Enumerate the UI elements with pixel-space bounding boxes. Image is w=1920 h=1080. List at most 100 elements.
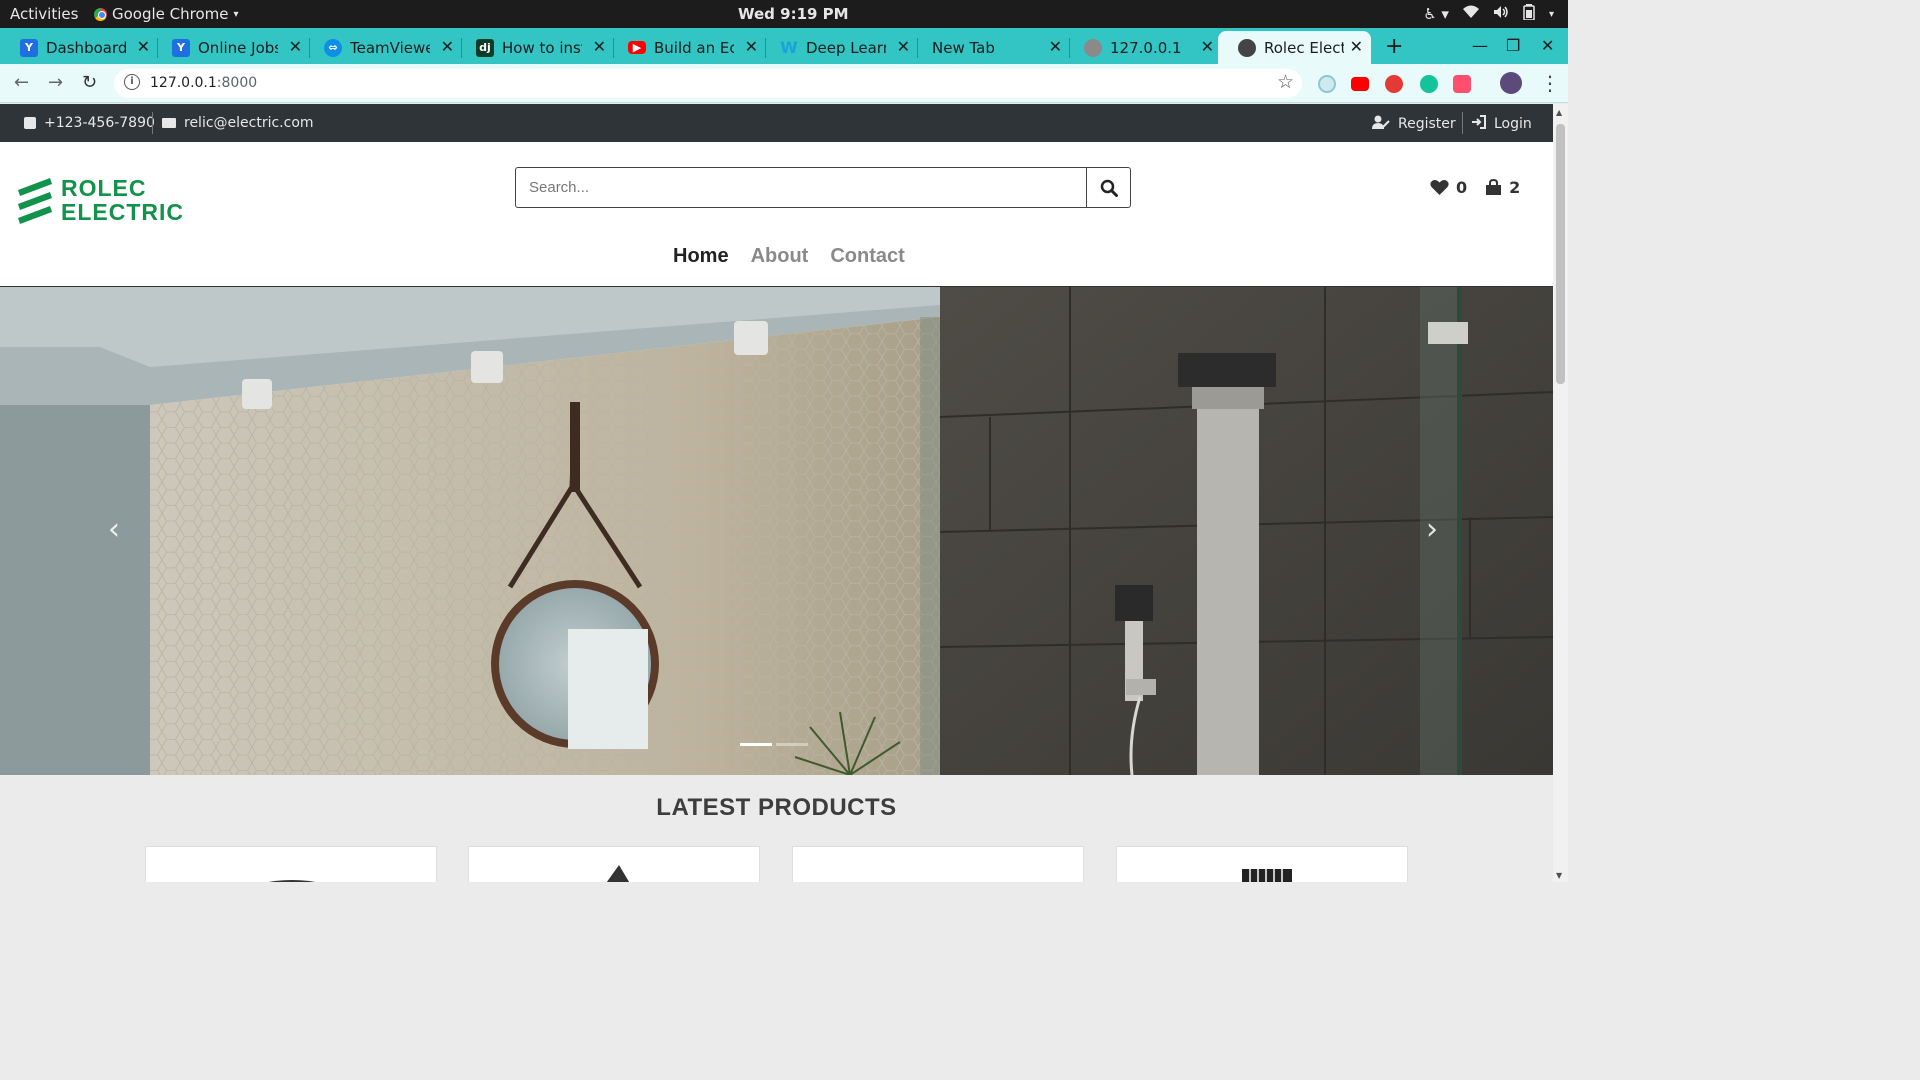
tab-title: Dashboard (46, 38, 126, 57)
youtube-icon: ▶ (628, 41, 646, 54)
close-icon[interactable]: ✕ (137, 37, 150, 56)
search-input[interactable]: Search... (529, 179, 589, 196)
hero-slide-image (0, 287, 1553, 775)
screen-recorder-icon[interactable] (1453, 75, 1471, 93)
carousel-prev-icon[interactable]: ‹ (108, 512, 120, 547)
product-card[interactable] (468, 846, 760, 882)
wishlist-count: 0 (1456, 178, 1468, 197)
page-scrollbar[interactable]: ▲ ▼ (1553, 104, 1568, 882)
email-contact[interactable]: relic@electric.com (162, 115, 314, 131)
close-icon[interactable]: ✕ (593, 37, 606, 56)
search-button[interactable] (1086, 168, 1130, 207)
youtube-extension-icon[interactable] (1351, 77, 1369, 91)
info-icon[interactable]: i (124, 74, 140, 90)
bookmark-star-icon[interactable]: ☆ (1277, 71, 1294, 93)
globe-icon (1084, 38, 1102, 57)
os-top-bar: Activities Google Chrome ▾ Wed 9:19 PM ♿… (0, 0, 1568, 28)
phone-icon (24, 117, 36, 129)
hero-carousel: ‹ › (0, 287, 1553, 775)
app-menu[interactable]: Google Chrome ▾ (94, 5, 239, 23)
login-link[interactable]: Login (1472, 115, 1532, 133)
reload-icon[interactable]: ↻ (82, 72, 97, 93)
teamviewer-icon: ⇔ (324, 38, 342, 57)
site-header: ROLEC ELECTRIC Search... 0 2 Home About … (0, 142, 1553, 287)
close-icon[interactable]: ✕ (441, 37, 454, 56)
carousel-indicator[interactable] (776, 743, 808, 746)
grammarly-icon[interactable] (1420, 75, 1438, 93)
clock[interactable]: Wed 9:19 PM (738, 5, 849, 23)
scroll-down-icon[interactable]: ▼ (1556, 871, 1562, 880)
close-icon[interactable]: ✕ (289, 37, 302, 56)
tab-new-tab[interactable]: New Tab ✕ (912, 31, 1070, 64)
url-text: 127.0.0.1:8000 (150, 75, 258, 91)
wishlist-link[interactable]: 0 (1430, 178, 1467, 197)
tab-rolec-electric[interactable]: Rolec Electric ✕ (1218, 31, 1371, 64)
chrome-menu-icon[interactable]: ⋮ (1540, 71, 1560, 95)
accessibility-icon[interactable]: ♿ ▾ (1423, 5, 1449, 23)
tomato-timer-icon[interactable] (1385, 75, 1403, 93)
register-link[interactable]: Register (1372, 115, 1456, 133)
tab-title: How to install (502, 38, 582, 57)
product-card[interactable] (145, 846, 437, 882)
volume-icon (1493, 5, 1509, 23)
shopping-bag-icon (1486, 179, 1502, 195)
close-icon[interactable]: ✕ (1049, 37, 1062, 56)
wifi-icon (1462, 5, 1479, 23)
new-tab-icon[interactable]: + (1385, 34, 1403, 59)
site-logo[interactable]: ROLEC ELECTRIC (16, 174, 222, 226)
tab-build-ecommerce[interactable]: ▶ Build an Ecommerce ✕ (608, 31, 766, 64)
window-close-icon[interactable]: ✕ (1541, 36, 1554, 55)
tab-title: New Tab (932, 38, 995, 57)
forward-icon[interactable]: → (48, 72, 63, 93)
maximize-icon[interactable]: ❐ (1506, 36, 1520, 55)
phone-contact[interactable]: +123-456-7890 (24, 115, 155, 131)
nav-about[interactable]: About (751, 245, 809, 268)
tab-dashboard[interactable]: Y Dashboard ✕ (0, 31, 158, 64)
product-card[interactable] (792, 846, 1084, 882)
tab-deep-learning[interactable]: W Deep Learning ✕ (760, 31, 918, 64)
close-icon[interactable]: ✕ (897, 37, 910, 56)
cart-link[interactable]: 2 (1485, 178, 1520, 197)
envelope-icon (162, 118, 176, 128)
address-bar[interactable]: i 127.0.0.1:8000 ☆ (114, 69, 1302, 98)
carousel-next-icon[interactable]: › (1426, 512, 1438, 547)
freelancer-icon: Y (20, 38, 38, 57)
svg-text:ROLEC: ROLEC (61, 175, 147, 201)
tab-localhost[interactable]: 127.0.0.1 ✕ (1064, 31, 1222, 64)
close-icon[interactable]: ✕ (745, 37, 758, 56)
scroll-up-icon[interactable]: ▲ (1556, 108, 1562, 117)
login-label: Login (1494, 116, 1532, 132)
close-icon[interactable]: ✕ (1350, 37, 1363, 56)
scrollbar-thumb[interactable] (1556, 124, 1565, 384)
latest-products-heading: LATEST PRODUCTS (656, 794, 897, 821)
activities-button[interactable]: Activities (10, 5, 78, 23)
globe-icon (1238, 38, 1256, 57)
tab-title: 127.0.0.1 (1110, 38, 1182, 57)
profile-avatar[interactable] (1500, 72, 1522, 94)
user-counters: 0 2 (1430, 178, 1520, 197)
email-address: relic@electric.com (184, 115, 314, 131)
search-box: Search... (515, 167, 1131, 208)
nav-contact[interactable]: Contact (830, 245, 904, 268)
tab-teamviewer[interactable]: ⇔ TeamViewer ✕ (304, 31, 462, 64)
system-tray[interactable]: ♿ ▾ ▾ (1423, 4, 1554, 24)
tab-title: TeamViewer (350, 38, 430, 57)
tab-online-jobs[interactable]: Y Online Jobs ✕ (152, 31, 310, 64)
minimize-icon[interactable]: — (1472, 36, 1488, 55)
close-icon[interactable]: ✕ (1201, 37, 1214, 56)
back-icon[interactable]: ← (14, 72, 29, 93)
product-card[interactable] (1116, 846, 1408, 882)
cart-count: 2 (1509, 178, 1521, 197)
web-page: +123-456-7890 relic@electric.com Registe… (0, 104, 1553, 882)
sign-in-icon (1472, 115, 1486, 133)
carousel-indicator[interactable] (740, 743, 772, 746)
react-devtools-icon[interactable] (1318, 75, 1336, 93)
register-label: Register (1398, 116, 1456, 132)
nav-home[interactable]: Home (673, 245, 729, 268)
tab-title: Online Jobs (198, 38, 278, 57)
tab-how-to-install[interactable]: dj How to install ✕ (456, 31, 614, 64)
django-icon: dj (476, 38, 494, 57)
browser-toolbar: ← → ↻ i 127.0.0.1:8000 ☆ ⋮ (0, 64, 1568, 103)
tab-strip: Y Dashboard ✕ Y Online Jobs ✕ ⇔ TeamView… (0, 28, 1568, 64)
user-edit-icon (1372, 115, 1390, 133)
